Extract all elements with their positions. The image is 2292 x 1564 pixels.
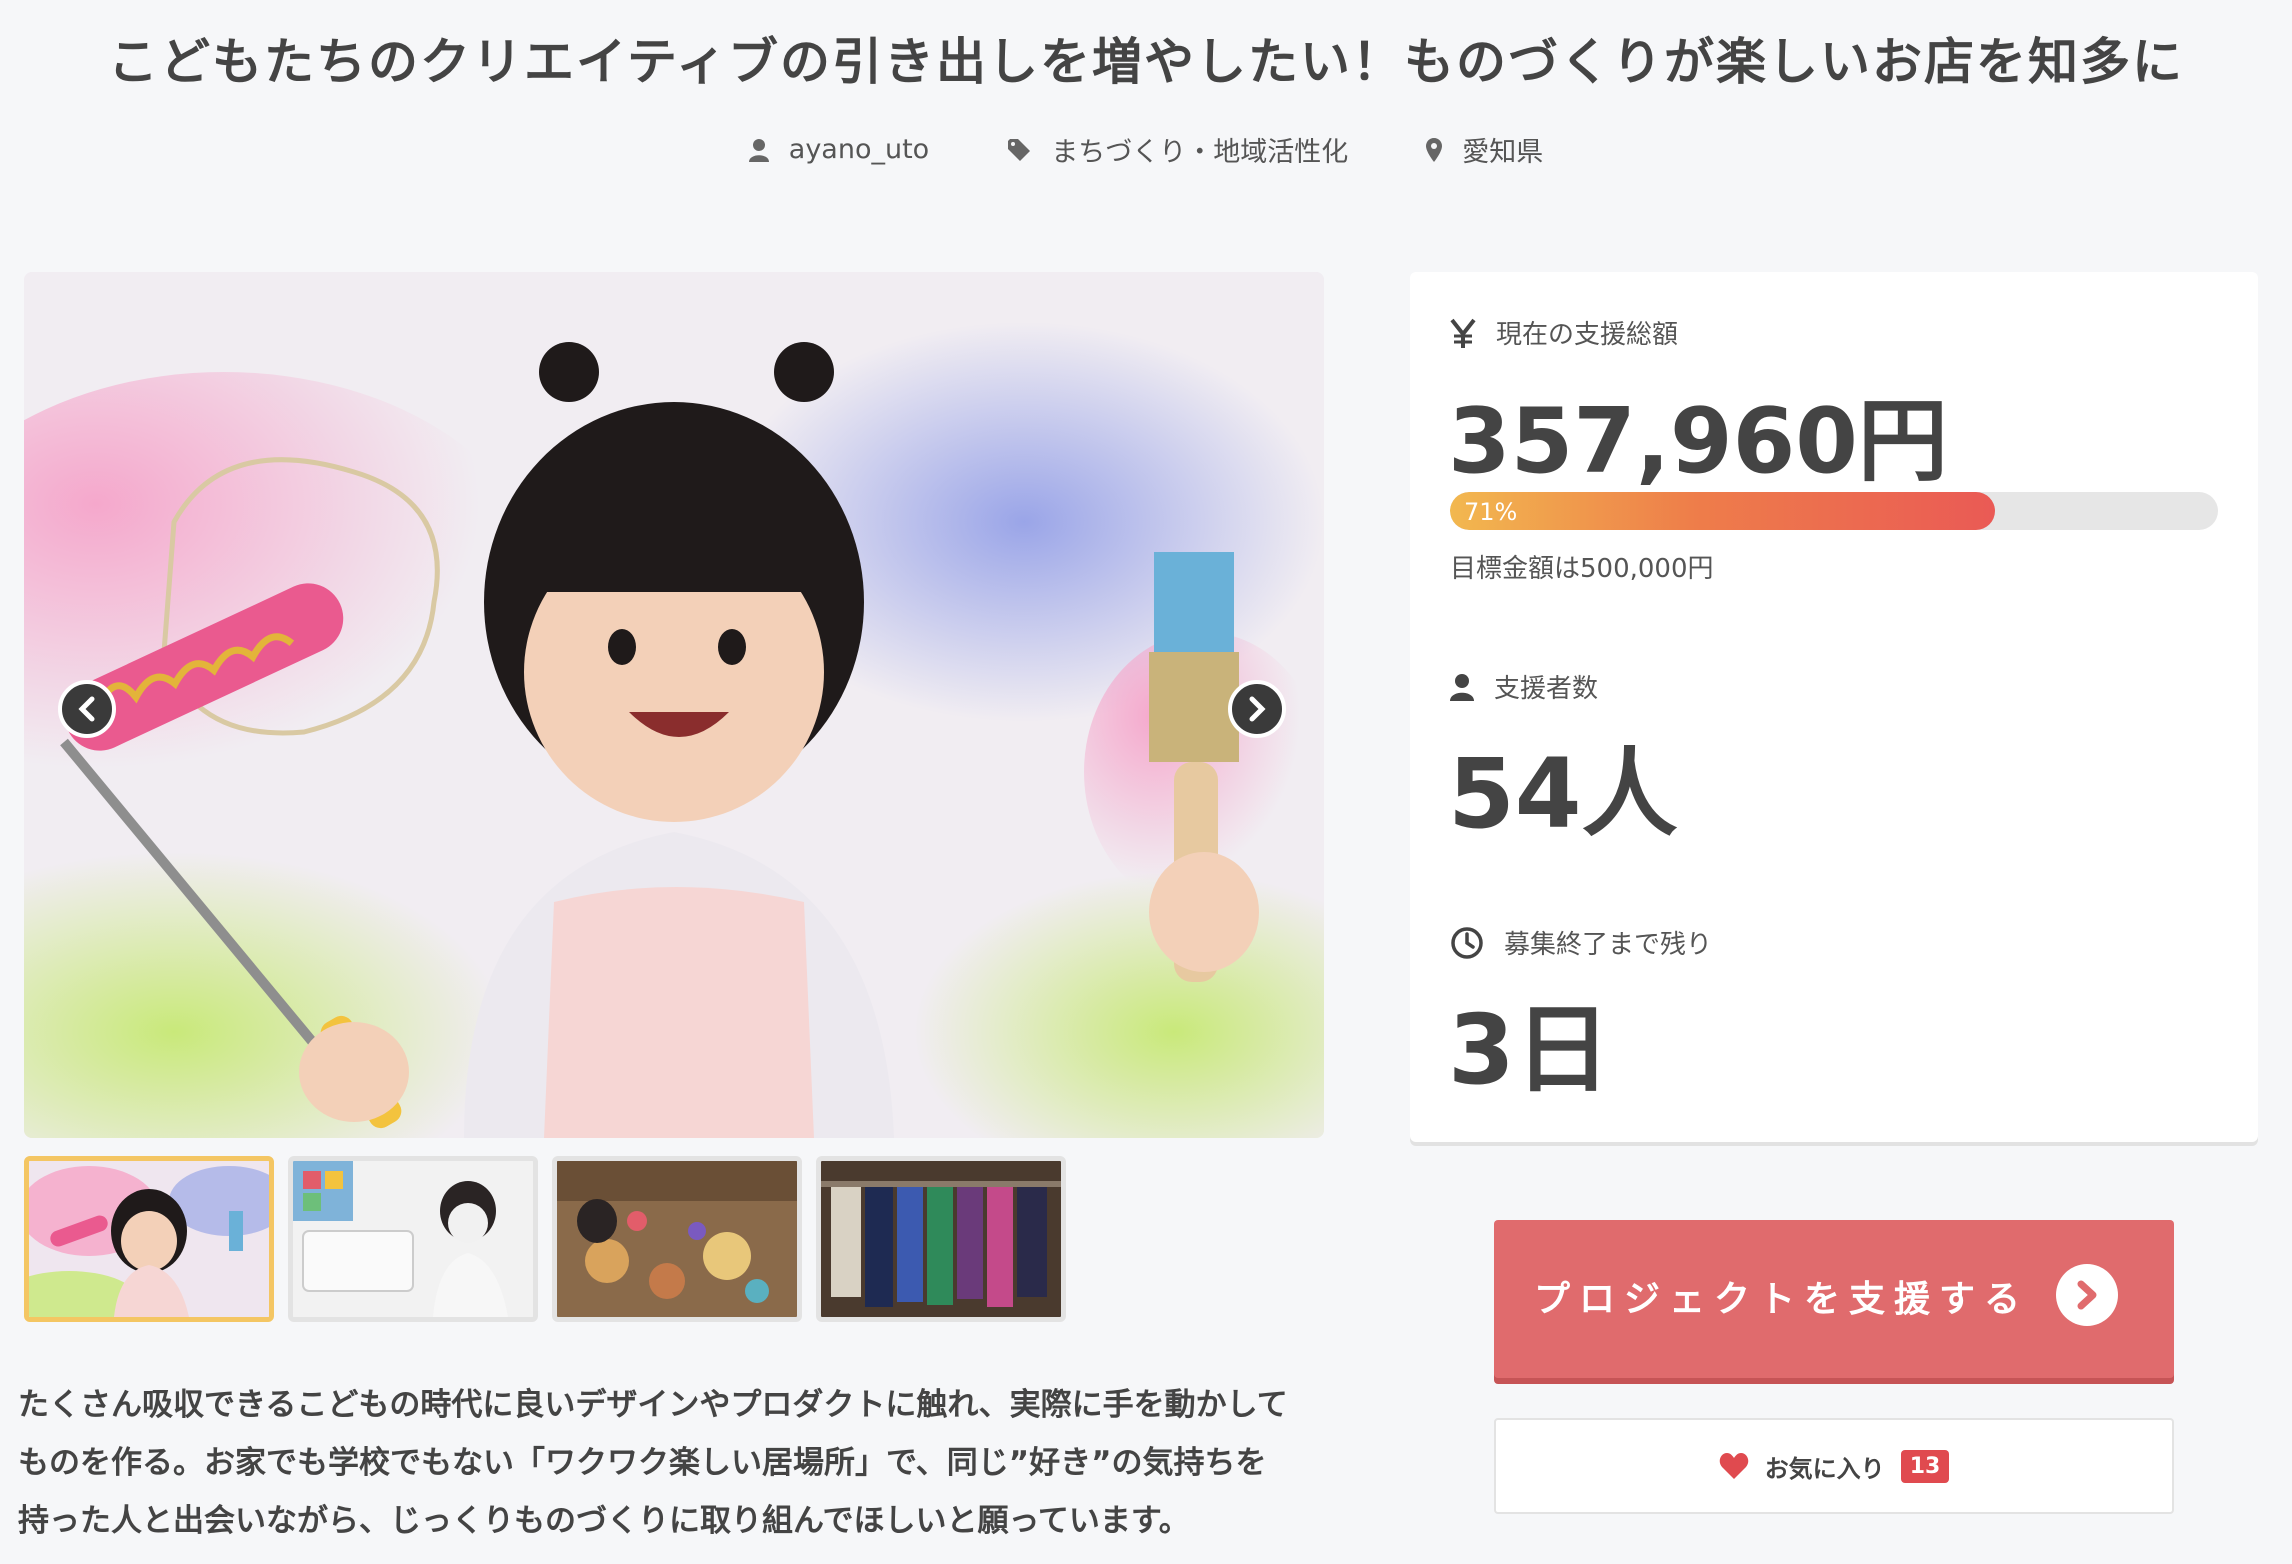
- category-name: まちづくり・地域活性化: [1051, 137, 1349, 168]
- support-button-label: プロジェクトを支援する: [1534, 1279, 2030, 1320]
- favorite-label: お気に入り: [1764, 1454, 1885, 1483]
- thumbnail-2[interactable]: [288, 1156, 538, 1322]
- backers-label: 支援者数: [1494, 674, 1599, 704]
- backers-label-row: 支援者数: [1450, 668, 1598, 705]
- thumbnail-image: [293, 1161, 533, 1317]
- funding-label-row: 現在の支援総額: [1450, 314, 1678, 351]
- funding-progress-bar: 71%: [1450, 492, 2218, 530]
- project-summary: たくさん吸収できるこどもの時代に良いデザインやプロダクトに触れ、実際に手を動かし…: [18, 1387, 1288, 1539]
- funding-progress-fill: 71%: [1450, 492, 1996, 530]
- category-meta[interactable]: まちづくり・地域活性化: [1007, 130, 1348, 169]
- main-project-image: [24, 272, 1324, 1138]
- thumbnail-image: [29, 1161, 269, 1317]
- project-meta: ayano_uto まちづくり・地域活性化 愛知県: [0, 130, 2292, 169]
- page-title: こどもたちのクリエイティブの引き出しを増やしたい！ものづくりが楽しいお店を知多に: [108, 33, 2184, 91]
- prev-image-button[interactable]: [58, 680, 116, 738]
- author-name: ayano_uto: [788, 134, 930, 165]
- tag-icon: [1008, 138, 1031, 161]
- author-meta[interactable]: ayano_uto: [748, 130, 930, 169]
- child-painting-photo: [24, 272, 1324, 1138]
- thumbnail-3[interactable]: [552, 1156, 802, 1322]
- progress-percent: 71%: [1464, 498, 1518, 526]
- backers-count: 54人: [1448, 738, 1678, 850]
- funding-label: 現在の支援総額: [1496, 320, 1679, 350]
- thumbnail-image: [821, 1161, 1061, 1317]
- chevron-right-circle-icon: [2056, 1264, 2118, 1326]
- location-name: 愛知県: [1462, 137, 1544, 168]
- remaining-days: 3日: [1448, 994, 1611, 1106]
- yen-icon: [1450, 318, 1476, 348]
- goal-amount: 目標金額は500,000円: [1450, 554, 1714, 584]
- funding-stats-card: 現在の支援総額 357,960円 71% 目標金額は500,000円 支援者数 …: [1410, 272, 2258, 1142]
- remaining-label-row: 募集終了まで残り: [1450, 924, 1712, 961]
- remaining-label: 募集終了まで残り: [1504, 930, 1713, 960]
- chevron-left-icon: [78, 696, 95, 722]
- location-meta: 愛知県: [1426, 130, 1543, 169]
- user-icon: [748, 138, 769, 162]
- user-icon: [1450, 673, 1474, 701]
- next-image-button[interactable]: [1228, 680, 1286, 738]
- thumbnail-image: [557, 1161, 797, 1317]
- favorite-button[interactable]: お気に入り 13: [1494, 1418, 2174, 1514]
- thumbnail-1[interactable]: [24, 1156, 274, 1322]
- heart-icon: [1719, 1453, 1748, 1479]
- chevron-right-icon: [1249, 696, 1266, 722]
- clock-icon: [1451, 926, 1483, 959]
- thumbnail-strip: [24, 1156, 1066, 1322]
- funding-amount: 357,960円: [1448, 389, 1948, 494]
- favorite-count-badge: 13: [1900, 1449, 1950, 1483]
- thumbnail-4[interactable]: [816, 1156, 1066, 1322]
- support-project-button[interactable]: プロジェクトを支援する: [1494, 1220, 2174, 1378]
- map-pin-icon: [1426, 137, 1443, 162]
